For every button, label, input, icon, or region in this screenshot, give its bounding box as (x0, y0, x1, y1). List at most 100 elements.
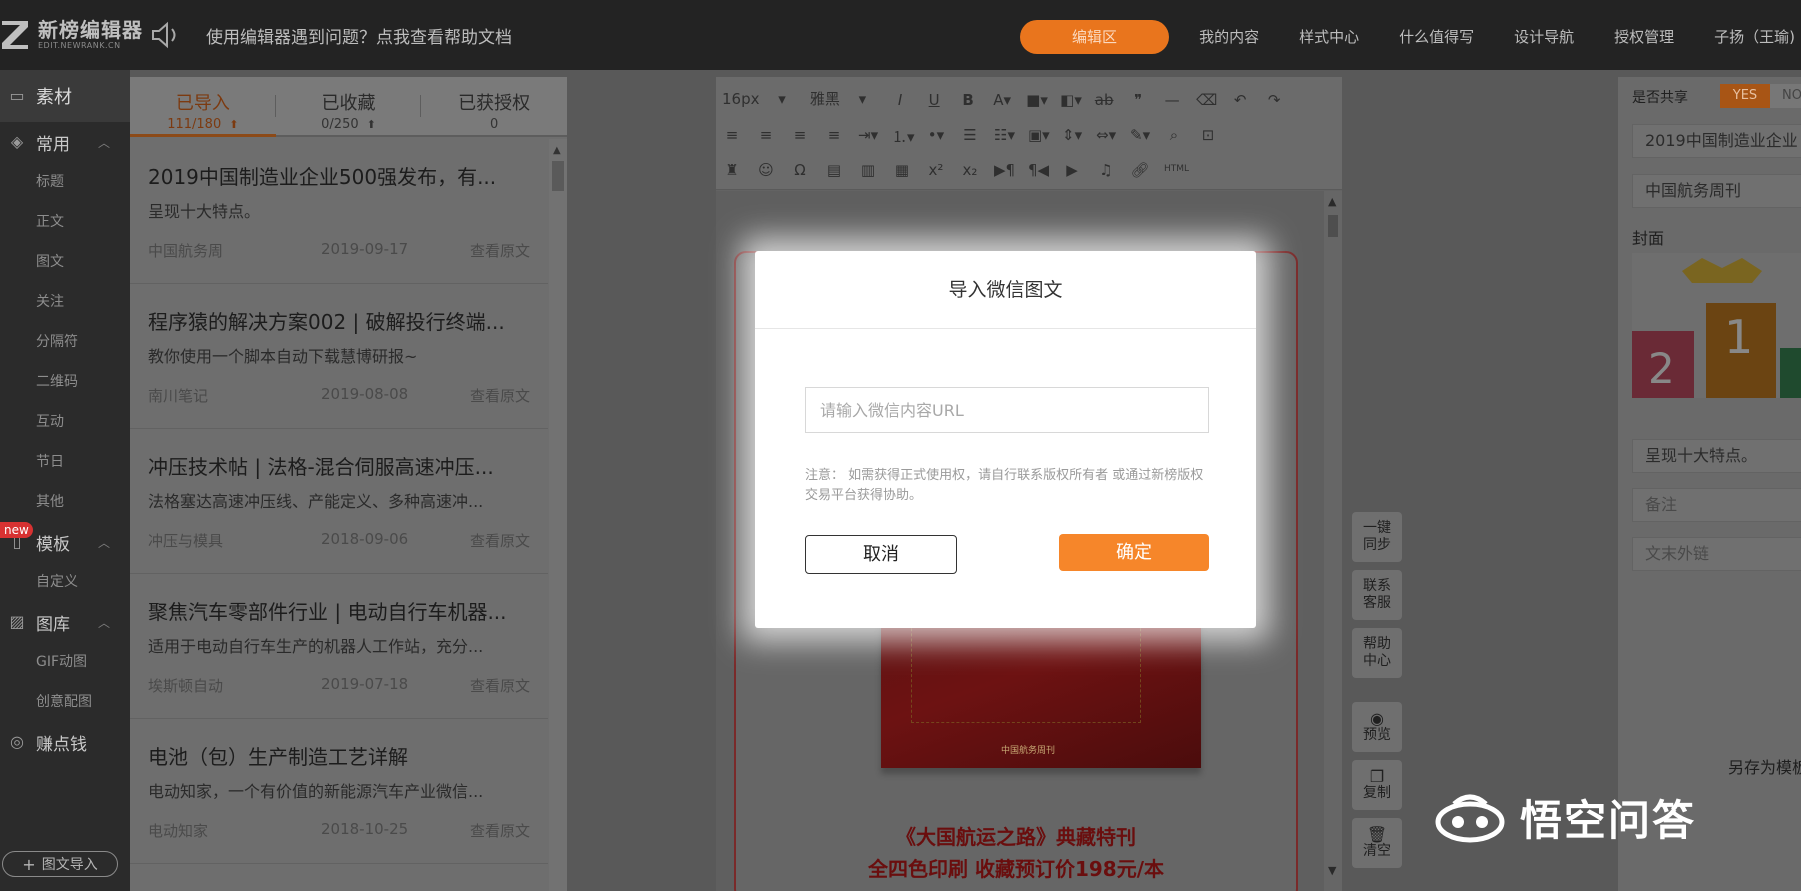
multi-image-icon[interactable]: ▥ (858, 161, 878, 179)
nav-my-content[interactable]: 我的内容 (1179, 20, 1279, 54)
sidebar-sub-interaction[interactable]: 互动 (0, 402, 130, 442)
border-color-icon[interactable]: ◧▾ (1060, 91, 1082, 109)
align-right-icon[interactable]: ≡ (790, 126, 810, 144)
subscript-icon[interactable]: x₂ (960, 161, 980, 179)
view-original-link[interactable]: 查看原文 (470, 530, 530, 551)
align-left-icon[interactable]: ≡ (722, 126, 742, 144)
view-original-link[interactable]: 查看原文 (470, 675, 530, 696)
contact-support-button[interactable]: 联系客服 (1352, 570, 1402, 620)
wechat-url-input[interactable] (805, 387, 1209, 433)
image-float-icon[interactable]: ▣▾ (1028, 126, 1050, 144)
blockquote-icon[interactable]: ❞ (1128, 91, 1148, 109)
video-icon[interactable]: ▶ (1062, 161, 1082, 179)
sidebar-sub-body[interactable]: 正文 (0, 202, 130, 242)
superscript-icon[interactable]: x² (926, 161, 946, 179)
view-original-link[interactable]: 查看原文 (470, 820, 530, 841)
line-height-icon[interactable]: ☰ (960, 126, 980, 144)
scroll-thumb[interactable] (1328, 215, 1338, 237)
font-family-select[interactable]: 雅黑 ▾ (810, 88, 866, 109)
background-color-icon[interactable]: ■▾ (1026, 91, 1048, 109)
canvas-scrollbar[interactable]: ▲ ▼ (1324, 191, 1342, 891)
help-center-button[interactable]: 帮助中心 (1352, 628, 1402, 678)
font-size-select[interactable]: 16px ▾ (722, 90, 786, 108)
table-icon[interactable]: ▦ (892, 161, 912, 179)
nav-style-center[interactable]: 样式中心 (1279, 20, 1379, 54)
sidebar-sub-qrcode[interactable]: 二维码 (0, 362, 130, 402)
view-original-link[interactable]: 查看原文 (470, 240, 530, 261)
link-icon[interactable]: 🔗︎ (1130, 161, 1150, 179)
summary-field[interactable]: 呈现十大特点。 (1632, 439, 1801, 473)
view-original-link[interactable]: 查看原文 (470, 385, 530, 406)
list-item[interactable]: 聚焦汽车零部件行业 | 电动自行车机器... 适用于电动自行车生产的机器人工作站… (130, 574, 548, 719)
speaker-icon[interactable] (150, 21, 182, 49)
sidebar-item-material[interactable]: ▭ 素材 (0, 70, 130, 122)
format-painter-icon[interactable]: ✎▾ (1130, 126, 1150, 144)
ltr-icon[interactable]: ▶¶ (994, 161, 1015, 179)
share-yes-toggle[interactable]: YES (1720, 84, 1770, 108)
help-link[interactable]: 使用编辑器遇到问题？点我查看帮助文档 (206, 23, 512, 48)
paragraph-spacing-icon[interactable]: ☷▾ (994, 126, 1015, 144)
html-source-button[interactable]: HTML (1164, 164, 1189, 174)
emoji-icon[interactable]: ☺ (756, 161, 776, 179)
scroll-up-icon[interactable]: ▲ (1328, 195, 1336, 208)
search-icon[interactable]: ⌕ (1164, 126, 1184, 144)
insert-image-icon[interactable]: ▤ (824, 161, 844, 179)
nav-license-manage[interactable]: 授权管理 (1594, 20, 1694, 54)
user-menu[interactable]: 子扬（王瑜) (1694, 20, 1801, 54)
align-center-icon[interactable]: ≡ (756, 126, 776, 144)
sidebar-sub-festival[interactable]: 节日 (0, 442, 130, 482)
sidebar-sub-other[interactable]: 其他 (0, 482, 130, 522)
brush-icon[interactable]: ♜ (722, 161, 742, 179)
sidebar-sub-follow[interactable]: 关注 (0, 282, 130, 322)
list-item[interactable]: 2019中国制造业企业500强发布，有... 呈现十大特点。 中国航务周 2019… (130, 139, 548, 284)
sync-button[interactable]: 一键同步 (1352, 512, 1402, 562)
copy-button[interactable]: ❐ 复制 (1352, 760, 1402, 810)
sidebar-sub-gif[interactable]: GIF动图 (0, 642, 130, 682)
confirm-button[interactable]: 确定 (1059, 534, 1209, 571)
letter-spacing-icon[interactable]: ⇔▾ (1096, 126, 1116, 144)
rtl-icon[interactable]: ¶◀ (1028, 161, 1049, 179)
list-item[interactable]: 电池（包）生产制造工艺详解 电动知家，一个有价值的新能源汽车产业微信... 电动… (130, 719, 548, 864)
preview-button[interactable]: ◉ 预览 (1352, 702, 1402, 752)
import-article-button[interactable]: + 图文导入 (2, 851, 118, 877)
redo-icon[interactable]: ↷ (1264, 91, 1284, 109)
scroll-down-icon[interactable]: ▼ (1328, 864, 1336, 877)
list-item[interactable]: 冲压技术帖 | 法格-混合伺服高速冲压... 法格塞达高速冲压线、产能定义、多种… (130, 429, 548, 574)
list-scrollbar[interactable]: ▲ (549, 139, 567, 891)
unordered-list-icon[interactable]: •▾ (926, 126, 946, 144)
nav-editor[interactable]: 编辑区 (1020, 20, 1170, 54)
font-color-icon[interactable]: A▾ (992, 91, 1012, 109)
cover-image[interactable]: 2 1 (1632, 253, 1801, 398)
cancel-button[interactable]: 取消 (805, 535, 957, 574)
sidebar-item-common[interactable]: ◈ 常用 ︿ (0, 122, 130, 162)
scroll-thumb[interactable] (552, 161, 564, 191)
nav-design-guide[interactable]: 设计导航 (1494, 20, 1594, 54)
clear-format-icon[interactable]: ⊡ (1198, 126, 1218, 144)
share-no-toggle[interactable]: NO (1770, 84, 1801, 108)
list-item[interactable]: 程序猿的解决方案002 | 破解投行终端... 教你使用一个脚本自动下载慧博研报… (130, 284, 548, 429)
end-link-field[interactable]: 文末外链 (1632, 537, 1801, 571)
bold-icon[interactable]: B (958, 91, 978, 109)
sidebar-sub-title[interactable]: 标题 (0, 162, 130, 202)
undo-icon[interactable]: ↶ (1230, 91, 1250, 109)
special-char-icon[interactable]: Ω (790, 161, 810, 179)
eraser-icon[interactable]: ⌫ (1196, 91, 1217, 109)
app-logo[interactable]: 新榜编辑器 EDIT.NEWRANK.CN (0, 12, 143, 56)
sidebar-item-earn[interactable]: ◎ 赚点钱 (0, 722, 130, 762)
scroll-up-icon[interactable]: ▲ (553, 145, 561, 156)
clear-button[interactable]: 🗑︎ 清空 (1352, 818, 1402, 868)
tab-imported[interactable]: 已导入 111/180 ⬆ (130, 77, 276, 137)
sidebar-item-gallery[interactable]: ▨ 图库 ︿ (0, 602, 130, 642)
save-as-template-button[interactable]: 另存为模板 (1728, 754, 1801, 778)
align-justify-icon[interactable]: ≡ (824, 126, 844, 144)
tab-authorized[interactable]: 已获授权 0 (421, 77, 567, 132)
ordered-list-icon[interactable]: ⒈▾ (892, 126, 915, 146)
sidebar-sub-creative[interactable]: 创意配图 (0, 682, 130, 722)
sidebar-sub-custom[interactable]: 自定义 (0, 562, 130, 602)
author-field[interactable]: 中国航务周刊 (1632, 174, 1801, 208)
underline-icon[interactable]: U (924, 91, 944, 109)
music-icon[interactable]: ♫ (1096, 161, 1116, 179)
remark-field[interactable]: 备注 (1632, 488, 1801, 522)
nav-worth-writing[interactable]: 什么值得写 (1379, 20, 1494, 54)
row-spacing-icon[interactable]: ⇕▾ (1062, 126, 1082, 144)
